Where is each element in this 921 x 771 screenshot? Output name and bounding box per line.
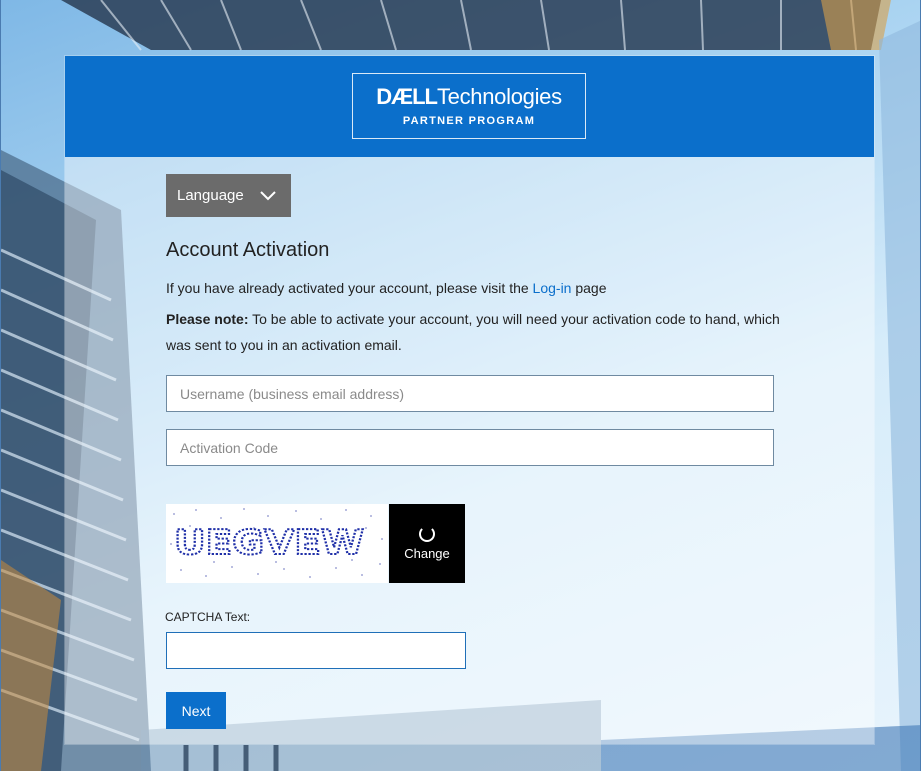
activation-card: DÆLLTechnologies PARTNER PROGRAM Languag… xyxy=(65,56,874,744)
next-button[interactable]: Next xyxy=(166,692,226,729)
captcha-image: UEGVEW xyxy=(166,504,388,583)
username-input[interactable] xyxy=(166,375,774,412)
note-label: Please note: xyxy=(166,311,249,327)
header-banner: DÆLLTechnologies PARTNER PROGRAM xyxy=(65,56,874,157)
logo-product: Technologies xyxy=(436,84,562,109)
already-activated-text: If you have already activated your accou… xyxy=(166,280,607,296)
chevron-down-icon xyxy=(260,190,276,200)
dell-technologies-logo: DÆLLTechnologies PARTNER PROGRAM xyxy=(352,73,586,139)
language-label: Language xyxy=(177,187,244,204)
page-title: Account Activation xyxy=(166,239,330,261)
captcha-text-input[interactable] xyxy=(166,632,466,669)
captcha-text-label: CAPTCHA Text: xyxy=(165,610,251,624)
activation-code-input[interactable] xyxy=(166,429,774,466)
logo-program: PARTNER PROGRAM xyxy=(402,115,536,127)
note-text: To be able to activate your account, you… xyxy=(166,311,780,353)
activation-note: Please note: To be able to activate your… xyxy=(166,306,786,358)
language-dropdown-button[interactable]: Language xyxy=(166,174,291,217)
logo-brand: DÆLL xyxy=(376,84,438,109)
captcha-code: UEGVEW xyxy=(174,523,364,563)
login-link[interactable]: Log-in xyxy=(533,280,572,296)
change-captcha-button[interactable]: Change xyxy=(389,504,465,583)
change-label: Change xyxy=(404,546,450,561)
refresh-icon xyxy=(419,526,435,542)
